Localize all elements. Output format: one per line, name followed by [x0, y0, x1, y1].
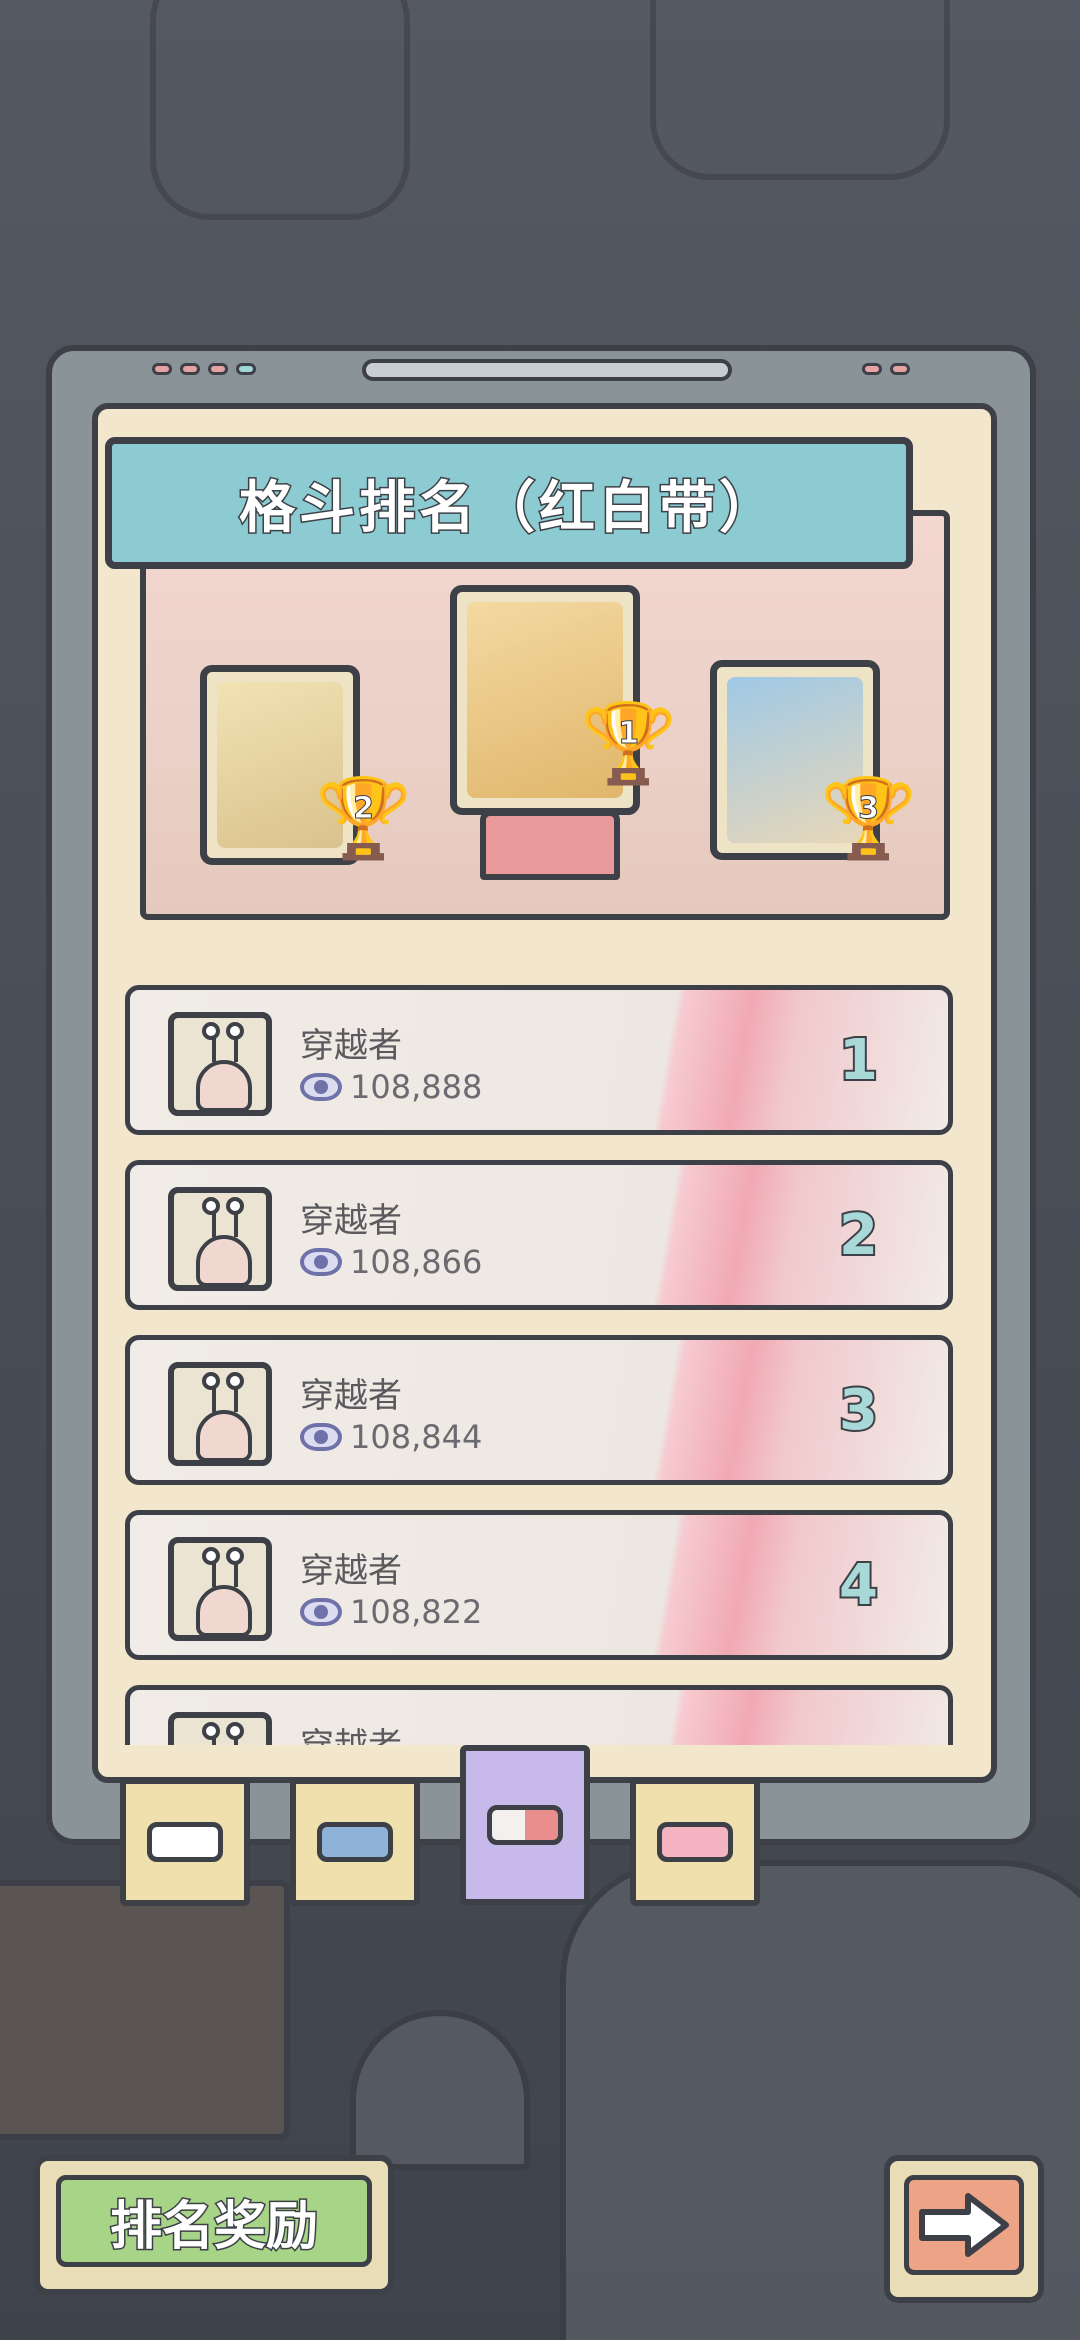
- leaderboard-row[interactable]: 穿越者 108,866 2: [125, 1160, 953, 1310]
- player-name: 穿越者: [300, 1718, 402, 1745]
- player-avatar: [168, 1712, 272, 1745]
- panel-led: [180, 363, 200, 375]
- player-name: 穿越者: [300, 1026, 402, 1066]
- ranking-reward-label: 排名奖励: [56, 2175, 372, 2267]
- first-place-trophy-icon: 🏆 1: [580, 699, 678, 789]
- player-avatar: [168, 1012, 272, 1116]
- leaderboard-row[interactable]: 穿越者 108,844 3: [125, 1335, 953, 1485]
- player-name: 穿越者: [300, 1376, 402, 1416]
- views-eye-icon: [300, 1073, 342, 1101]
- white-belt-icon: [147, 1822, 223, 1862]
- ranking-reward-button[interactable]: 排名奖励: [34, 2155, 394, 2295]
- player-score: 108,822: [350, 1593, 483, 1631]
- player-rank: 1: [837, 1026, 880, 1095]
- first-place-pedestal: [480, 810, 620, 880]
- page-title: 格斗排名（红白带）: [238, 474, 779, 542]
- leaderboard-row[interactable]: 穿越者 108,822 4: [125, 1510, 953, 1660]
- tab-blue-belt[interactable]: [290, 1778, 420, 1906]
- player-name: 穿越者: [300, 1551, 402, 1591]
- podium-scene: 🏆 2 🏆 1 🏆 3: [140, 510, 960, 920]
- first-trophy-number: 1: [618, 716, 640, 751]
- player-rank: 2: [837, 1201, 880, 1270]
- views-eye-icon: [300, 1248, 342, 1276]
- title-banner: 格斗排名（红白带）: [105, 437, 913, 569]
- player-rank: 4: [837, 1551, 880, 1620]
- third-place-trophy-icon: 🏆 3: [820, 774, 918, 864]
- leaderboard-row[interactable]: 穿越者 108,888 1: [125, 985, 953, 1135]
- leaderboard-list[interactable]: 穿越者 108,888 1 穿越者 108,866 2 穿越者 108,844: [125, 985, 955, 1745]
- pink-belt-icon: [657, 1822, 733, 1862]
- views-eye-icon: [300, 1598, 342, 1626]
- panel-led: [862, 363, 882, 375]
- panel-led: [236, 363, 256, 375]
- panel-led: [208, 363, 228, 375]
- red-white-belt-icon: [487, 1805, 563, 1845]
- panel-led: [152, 363, 172, 375]
- leaderboard-row[interactable]: 穿越者: [125, 1685, 953, 1745]
- player-avatar: [168, 1537, 272, 1641]
- tab-white-belt[interactable]: [120, 1778, 250, 1906]
- second-place-trophy-icon: 🏆 2: [315, 774, 413, 864]
- player-rank: 3: [837, 1376, 880, 1445]
- panel-handle: [362, 359, 732, 381]
- player-score: 108,888: [350, 1068, 483, 1106]
- next-button[interactable]: [884, 2155, 1044, 2303]
- tab-pink-belt[interactable]: [630, 1778, 760, 1906]
- player-score: 108,844: [350, 1418, 483, 1456]
- third-trophy-number: 3: [858, 791, 880, 826]
- player-score: 108,866: [350, 1243, 483, 1281]
- player-avatar: [168, 1362, 272, 1466]
- panel-led: [890, 363, 910, 375]
- second-trophy-number: 2: [353, 791, 375, 826]
- blue-belt-icon: [317, 1822, 393, 1862]
- tab-red-white-belt[interactable]: [460, 1745, 590, 1905]
- views-eye-icon: [300, 1423, 342, 1451]
- arrow-right-icon: [919, 2193, 1009, 2257]
- player-name: 穿越者: [300, 1201, 402, 1241]
- player-avatar: [168, 1187, 272, 1291]
